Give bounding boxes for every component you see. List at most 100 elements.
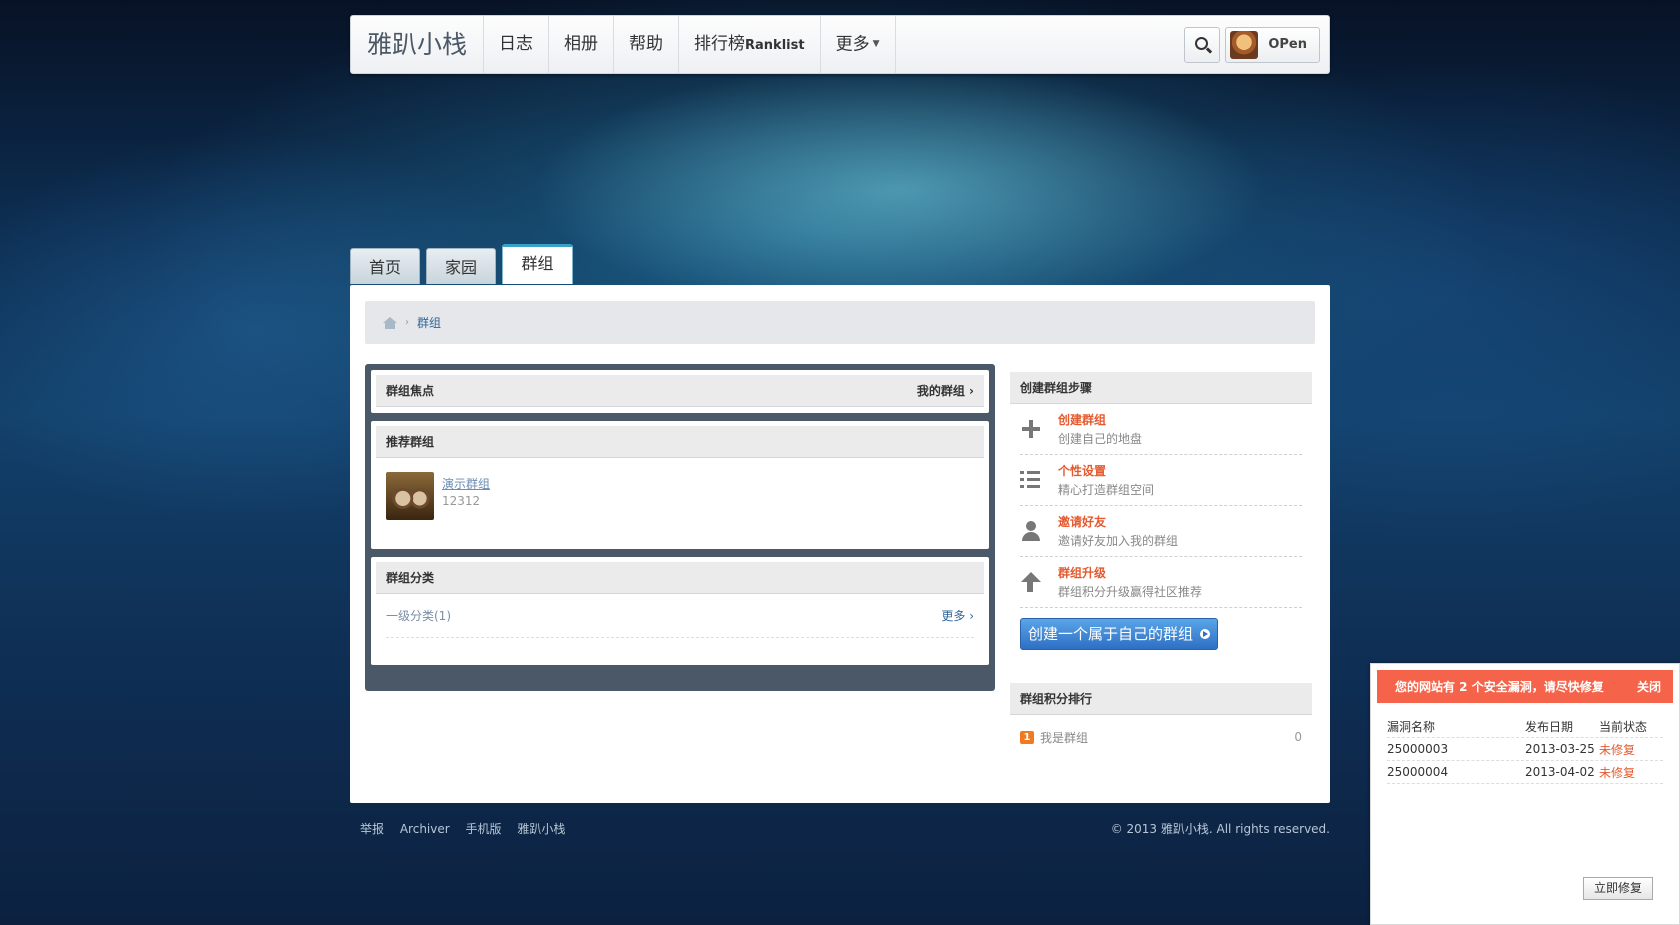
group-rank-title: 群组积分排行 xyxy=(1010,683,1312,715)
main-panel: › 群组 群组焦点 我的群组 › 推荐群组 演示群组 12312 群组分类 一级… xyxy=(350,285,1330,803)
top-navbar: 雅趴小栈 日志 相册 帮助 排行榜Ranklist 更多 ▼ OPen xyxy=(350,15,1330,74)
group-thumbnail[interactable] xyxy=(386,472,434,520)
footer-link-report[interactable]: 举报 xyxy=(360,822,384,836)
arrow-right-icon xyxy=(1200,629,1210,639)
breadcrumb-separator: › xyxy=(405,317,409,328)
column-header: 漏洞名称 xyxy=(1387,719,1436,734)
table-header-row: 漏洞名称 发布日期 当前状态 xyxy=(1387,715,1663,738)
rank-score: 0 xyxy=(1294,730,1302,744)
ranklist-label: 排行榜 xyxy=(694,34,746,54)
step-text: 群组升级 群组积分升级赢得社区推荐 xyxy=(1058,564,1202,600)
plus-icon xyxy=(1020,418,1042,440)
step-desc: 精心打造群组空间 xyxy=(1058,483,1155,497)
vuln-date: 2013-03-25 xyxy=(1525,742,1595,756)
alert-title: 您的网站有 2 个安全漏洞，请尽快修复 xyxy=(1395,680,1604,694)
column-header: 发布日期 xyxy=(1525,719,1574,734)
step-text: 邀请好友 邀请好友加入我的群组 xyxy=(1058,513,1178,549)
step-desc: 群组积分升级赢得社区推荐 xyxy=(1058,585,1203,599)
recommended-groups-header: 推荐群组 xyxy=(376,426,984,458)
step-title[interactable]: 群组升级 xyxy=(1058,564,1202,581)
create-steps-title: 创建群组步骤 xyxy=(1010,372,1312,404)
group-focus-box: 群组焦点 我的群组 › xyxy=(371,370,989,413)
my-groups-link[interactable]: 我的群组 › xyxy=(917,382,974,399)
step-title[interactable]: 创建群组 xyxy=(1058,411,1142,428)
user-menu-button[interactable]: OPen xyxy=(1225,26,1320,63)
vuln-name: 25000003 xyxy=(1387,742,1449,756)
tab-homeland[interactable]: 家园 xyxy=(426,248,496,284)
group-focus-title: 群组焦点 xyxy=(386,384,435,398)
vuln-status: 未修复 xyxy=(1599,742,1636,757)
vuln-date: 2013-04-02 xyxy=(1525,765,1595,779)
caret-down-icon: ▼ xyxy=(872,39,880,49)
nav-item-more[interactable]: 更多 ▼ xyxy=(821,16,896,73)
list-icon xyxy=(1020,469,1042,491)
step-desc: 创建自己的地盘 xyxy=(1058,432,1143,446)
copyright: © 2013 雅趴小栈. All rights reserved. xyxy=(1110,822,1330,836)
search-icon-handle xyxy=(1206,46,1213,54)
footer-link-site[interactable]: 雅趴小栈 xyxy=(517,822,565,836)
category-link[interactable]: 一级分类(1) xyxy=(386,607,451,624)
more-label: 更多 xyxy=(835,34,870,55)
user-name: OPen xyxy=(1268,37,1307,52)
step-desc: 邀请好友加入我的群组 xyxy=(1058,534,1179,548)
vulnerability-table: 漏洞名称 发布日期 当前状态 25000003 2013-03-25 未修复 2… xyxy=(1387,715,1663,784)
vuln-name: 25000004 xyxy=(1387,765,1449,779)
category-more-link[interactable]: 更多 › xyxy=(941,607,974,624)
home-icon[interactable] xyxy=(383,316,397,329)
fix-now-button[interactable]: 立即修复 xyxy=(1583,877,1653,900)
section-tabs: 首页 家园 群组 xyxy=(350,244,573,284)
table-row: 25000003 2013-03-25 未修复 xyxy=(1387,738,1663,761)
footer-links: 举报 Archiver 手机版 雅趴小栈 xyxy=(350,820,571,837)
rank-group-link[interactable]: 我是群组 xyxy=(1040,729,1294,746)
group-category-title: 群组分类 xyxy=(386,571,435,585)
category-row: 一级分类(1) 更多 › xyxy=(386,594,974,638)
nav-item-help[interactable]: 帮助 xyxy=(614,16,680,73)
security-alert-popup: 您的网站有 2 个安全漏洞，请尽快修复 关闭 漏洞名称 发布日期 当前状态 25… xyxy=(1370,663,1680,925)
nav-item-blog[interactable]: 日志 xyxy=(484,16,550,73)
ranklist-suffix: Ranklist xyxy=(745,38,805,53)
group-category-header: 群组分类 xyxy=(376,562,984,594)
user-icon xyxy=(1020,520,1042,542)
up-arrow-icon xyxy=(1020,571,1042,593)
step-personalize: 个性设置 精心打造群组空间 xyxy=(1020,455,1302,506)
create-group-button-label: 创建一个属于自己的群组 xyxy=(1028,625,1194,643)
step-title[interactable]: 邀请好友 xyxy=(1058,513,1178,530)
tab-home[interactable]: 首页 xyxy=(350,248,420,284)
rank-badge: 1 xyxy=(1020,730,1034,744)
group-name-link[interactable]: 演示群组 xyxy=(442,475,490,492)
group-focus-header: 群组焦点 我的群组 › xyxy=(376,375,984,407)
group-number: 12312 xyxy=(442,494,481,508)
step-text: 创建群组 创建自己的地盘 xyxy=(1058,411,1142,447)
table-row: 25000004 2013-04-02 未修复 xyxy=(1387,761,1663,784)
step-create-group: 创建群组 创建自己的地盘 xyxy=(1020,404,1302,455)
alert-close-button[interactable]: 关闭 xyxy=(1637,678,1661,695)
step-invite-friends: 邀请好友 邀请好友加入我的群组 xyxy=(1020,506,1302,557)
left-column: 群组焦点 我的群组 › 推荐群组 演示群组 12312 群组分类 一级分类(1)… xyxy=(365,364,995,691)
create-group-button[interactable]: 创建一个属于自己的群组 xyxy=(1020,618,1218,650)
step-title[interactable]: 个性设置 xyxy=(1058,462,1154,479)
nav-item-ranklist[interactable]: 排行榜Ranklist xyxy=(679,16,821,73)
tab-groups[interactable]: 群组 xyxy=(502,244,573,284)
right-column: 创建群组步骤 创建群组 创建自己的地盘 个性设置 精心打造群组空间 邀请好友 邀… xyxy=(1010,372,1312,759)
footer: 举报 Archiver 手机版 雅趴小栈 © 2013 雅趴小栈. All ri… xyxy=(350,820,1330,837)
footer-link-archiver[interactable]: Archiver xyxy=(400,822,450,836)
group-category-box: 群组分类 一级分类(1) 更多 › xyxy=(371,557,989,665)
site-logo[interactable]: 雅趴小栈 xyxy=(351,16,485,73)
group-info: 演示群组 12312 xyxy=(442,472,490,520)
recommended-groups-title: 推荐群组 xyxy=(386,435,435,449)
rank-row: 1 我是群组 0 xyxy=(1010,715,1312,759)
recommended-groups-box: 推荐群组 演示群组 12312 xyxy=(371,421,989,549)
breadcrumb-current[interactable]: 群组 xyxy=(417,314,441,331)
step-text: 个性设置 精心打造群组空间 xyxy=(1058,462,1154,498)
vuln-status: 未修复 xyxy=(1599,765,1636,780)
nav-item-album[interactable]: 相册 xyxy=(549,16,615,73)
footer-link-mobile[interactable]: 手机版 xyxy=(466,822,502,836)
alert-header: 您的网站有 2 个安全漏洞，请尽快修复 关闭 xyxy=(1377,670,1673,703)
create-steps-list: 创建群组 创建自己的地盘 个性设置 精心打造群组空间 邀请好友 邀请好友加入我的… xyxy=(1010,404,1312,608)
breadcrumb: › 群组 xyxy=(365,301,1315,344)
search-button[interactable] xyxy=(1184,26,1221,63)
avatar xyxy=(1230,30,1259,59)
step-upgrade-group: 群组升级 群组积分升级赢得社区推荐 xyxy=(1020,557,1302,608)
list-item: 演示群组 12312 xyxy=(386,472,974,520)
